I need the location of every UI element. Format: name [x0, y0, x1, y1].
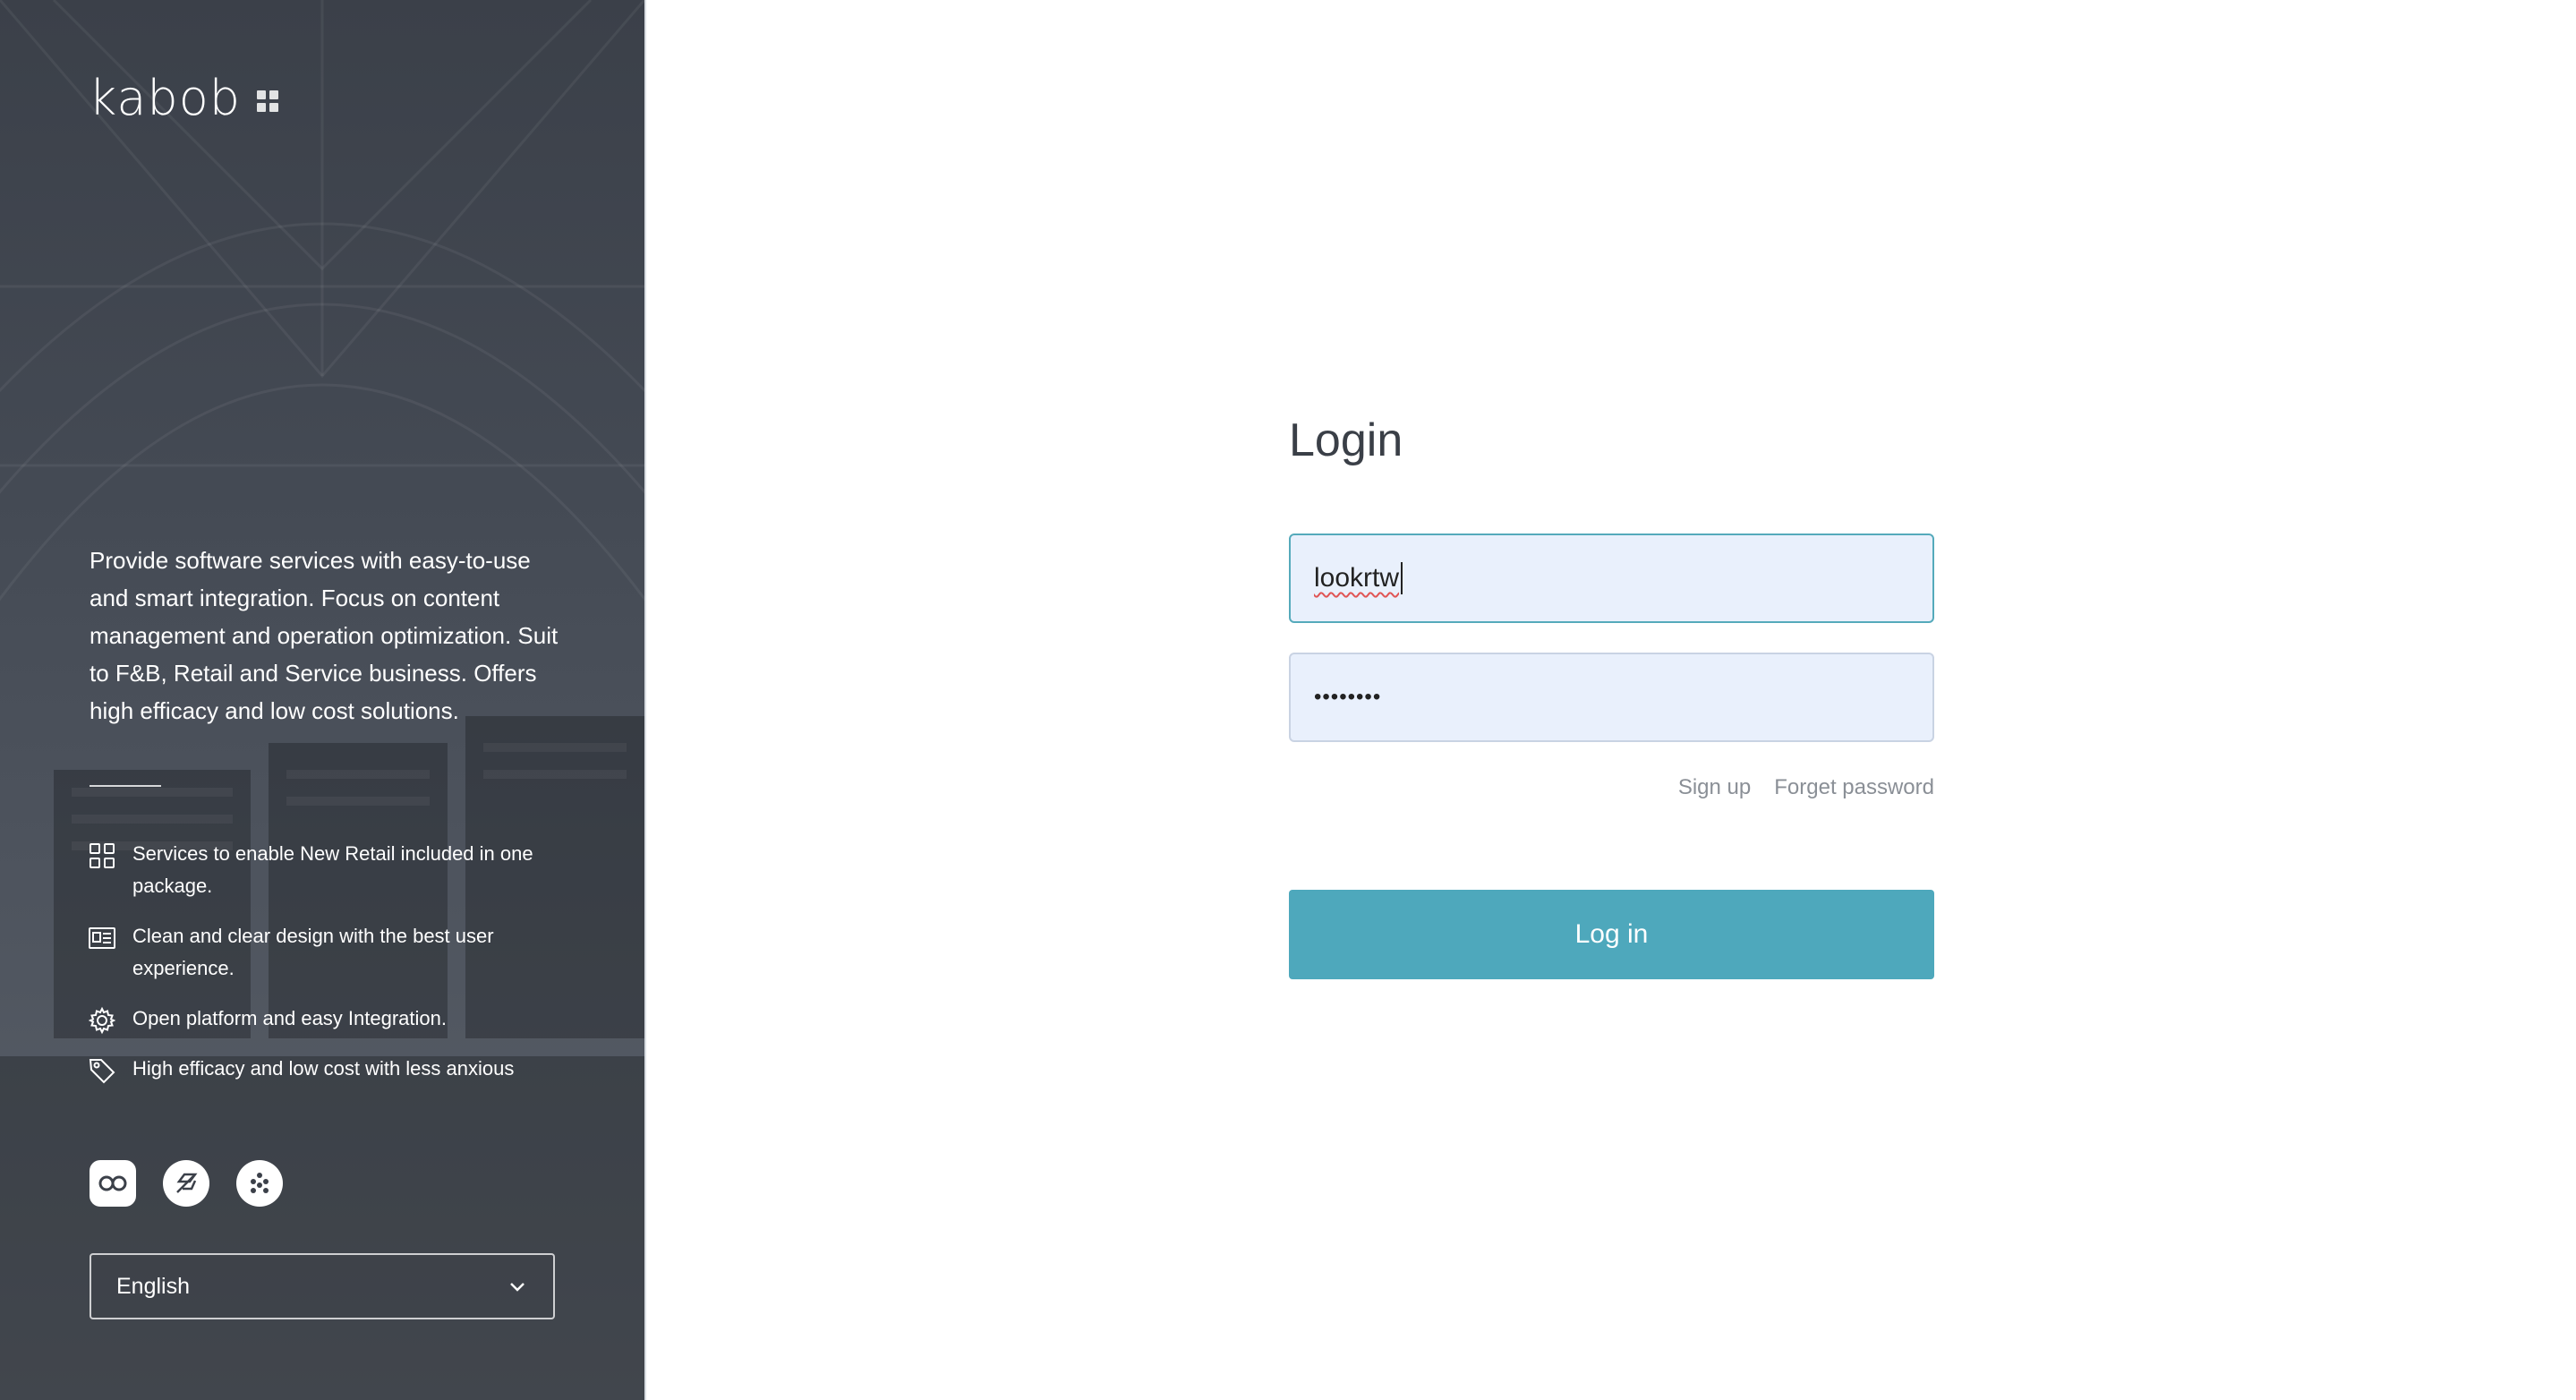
design-card-icon	[89, 927, 115, 949]
language-select[interactable]: English	[90, 1253, 555, 1319]
brand-logo: kabob	[89, 70, 279, 126]
partner-logos	[90, 1160, 283, 1207]
dots-logo-icon[interactable]	[236, 1160, 283, 1207]
brand-mark-icon	[257, 90, 279, 112]
tag-icon	[89, 1059, 115, 1084]
panel-divider	[644, 0, 646, 1400]
password-input[interactable]: ••••••••	[1289, 653, 1934, 742]
feature-item: Clean and clear design with the best use…	[88, 920, 589, 985]
text-caret	[1401, 562, 1403, 594]
grid-icon	[90, 843, 115, 868]
feature-list: Services to enable New Retail included i…	[88, 838, 589, 1103]
feature-text: Clean and clear design with the best use…	[132, 925, 494, 979]
left-panel: kabob Provide software services with eas…	[0, 0, 644, 1400]
feature-text: Open platform and easy Integration.	[132, 1007, 447, 1029]
chevron-down-icon	[510, 1283, 525, 1292]
feature-item: Services to enable New Retail included i…	[88, 838, 589, 902]
login-title: Login	[1289, 414, 1403, 466]
login-button[interactable]: Log in	[1289, 890, 1934, 979]
separator-line	[90, 785, 161, 787]
gear-icon	[88, 1006, 116, 1035]
form-links: Sign up Forget password	[1289, 775, 1934, 800]
username-input[interactable]: lookrtw	[1289, 534, 1934, 623]
password-value: ••••••••	[1314, 685, 1382, 709]
language-select-value: English	[116, 1273, 190, 1299]
feature-text: High efficacy and low cost with less anx…	[132, 1057, 515, 1080]
username-value: lookrtw	[1314, 563, 1400, 593]
leaf-logo-icon[interactable]	[163, 1160, 209, 1207]
signup-link[interactable]: Sign up	[1678, 775, 1751, 800]
feature-item: High efficacy and low cost with less anx…	[88, 1053, 589, 1085]
infinity-logo-icon[interactable]	[90, 1160, 136, 1207]
brand-name: kabob	[89, 70, 242, 126]
feature-text: Services to enable New Retail included i…	[132, 842, 533, 897]
forget-password-link[interactable]: Forget password	[1774, 775, 1934, 800]
feature-item: Open platform and easy Integration.	[88, 1003, 589, 1035]
tagline: Provide software services with easy-to-u…	[90, 547, 559, 724]
